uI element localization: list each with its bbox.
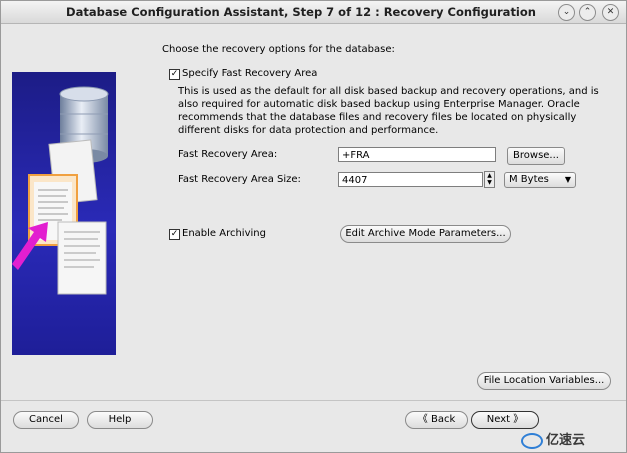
- spinner-down-icon[interactable]: ▼: [485, 179, 494, 186]
- minimize-chevron-down-icon[interactable]: ⌄: [558, 4, 575, 21]
- footer-divider: [1, 400, 626, 401]
- title-bar: Database Configuration Assistant, Step 7…: [1, 1, 626, 24]
- fast-recovery-size-input[interactable]: 4407: [338, 172, 483, 187]
- side-illustration: [12, 72, 116, 355]
- size-unit-value: M Bytes: [509, 174, 549, 185]
- size-unit-select[interactable]: M Bytes ▼: [504, 172, 576, 188]
- fast-recovery-size-label: Fast Recovery Area Size:: [178, 174, 301, 185]
- chevron-left-icon: 《: [417, 414, 428, 425]
- fast-recovery-area-input[interactable]: +FRA: [338, 147, 496, 162]
- back-button[interactable]: 《 Back: [405, 411, 468, 429]
- back-button-label: Back: [430, 414, 456, 425]
- intro-text: Choose the recovery options for the data…: [162, 44, 395, 55]
- maximize-chevron-up-icon[interactable]: ⌃: [579, 4, 596, 21]
- dbca-window: Database Configuration Assistant, Step 7…: [0, 0, 627, 453]
- fast-recovery-description: This is used as the default for all disk…: [178, 86, 599, 136]
- chevron-right-icon: 》: [513, 414, 524, 425]
- size-spinner[interactable]: ▲ ▼: [484, 171, 495, 188]
- database-illustration: [12, 86, 109, 295]
- window-title: Database Configuration Assistant, Step 7…: [66, 5, 536, 19]
- browse-button[interactable]: Browse...: [507, 147, 565, 165]
- enable-archiving-checkbox[interactable]: ✓: [169, 229, 180, 240]
- next-button[interactable]: Next 》: [471, 411, 539, 429]
- enable-archiving-label[interactable]: Enable Archiving: [182, 228, 266, 239]
- watermark-logo: 亿速云: [521, 429, 611, 449]
- fast-recovery-checkbox-label[interactable]: Specify Fast Recovery Area: [182, 68, 317, 79]
- cancel-button[interactable]: Cancel: [13, 411, 79, 429]
- close-icon[interactable]: ✕: [602, 4, 619, 21]
- help-button[interactable]: Help: [87, 411, 153, 429]
- cloud-icon: [521, 432, 543, 449]
- file-location-variables-button[interactable]: File Location Variables...: [477, 372, 611, 390]
- fast-recovery-checkbox[interactable]: ✓: [169, 69, 180, 80]
- next-button-label: Next: [486, 414, 511, 425]
- fast-recovery-area-label: Fast Recovery Area:: [178, 149, 278, 160]
- watermark-text: 亿速云: [546, 433, 586, 448]
- spinner-up-icon[interactable]: ▲: [485, 172, 494, 179]
- edit-archive-mode-button[interactable]: Edit Archive Mode Parameters...: [340, 225, 511, 243]
- chevron-down-icon: ▼: [564, 175, 571, 184]
